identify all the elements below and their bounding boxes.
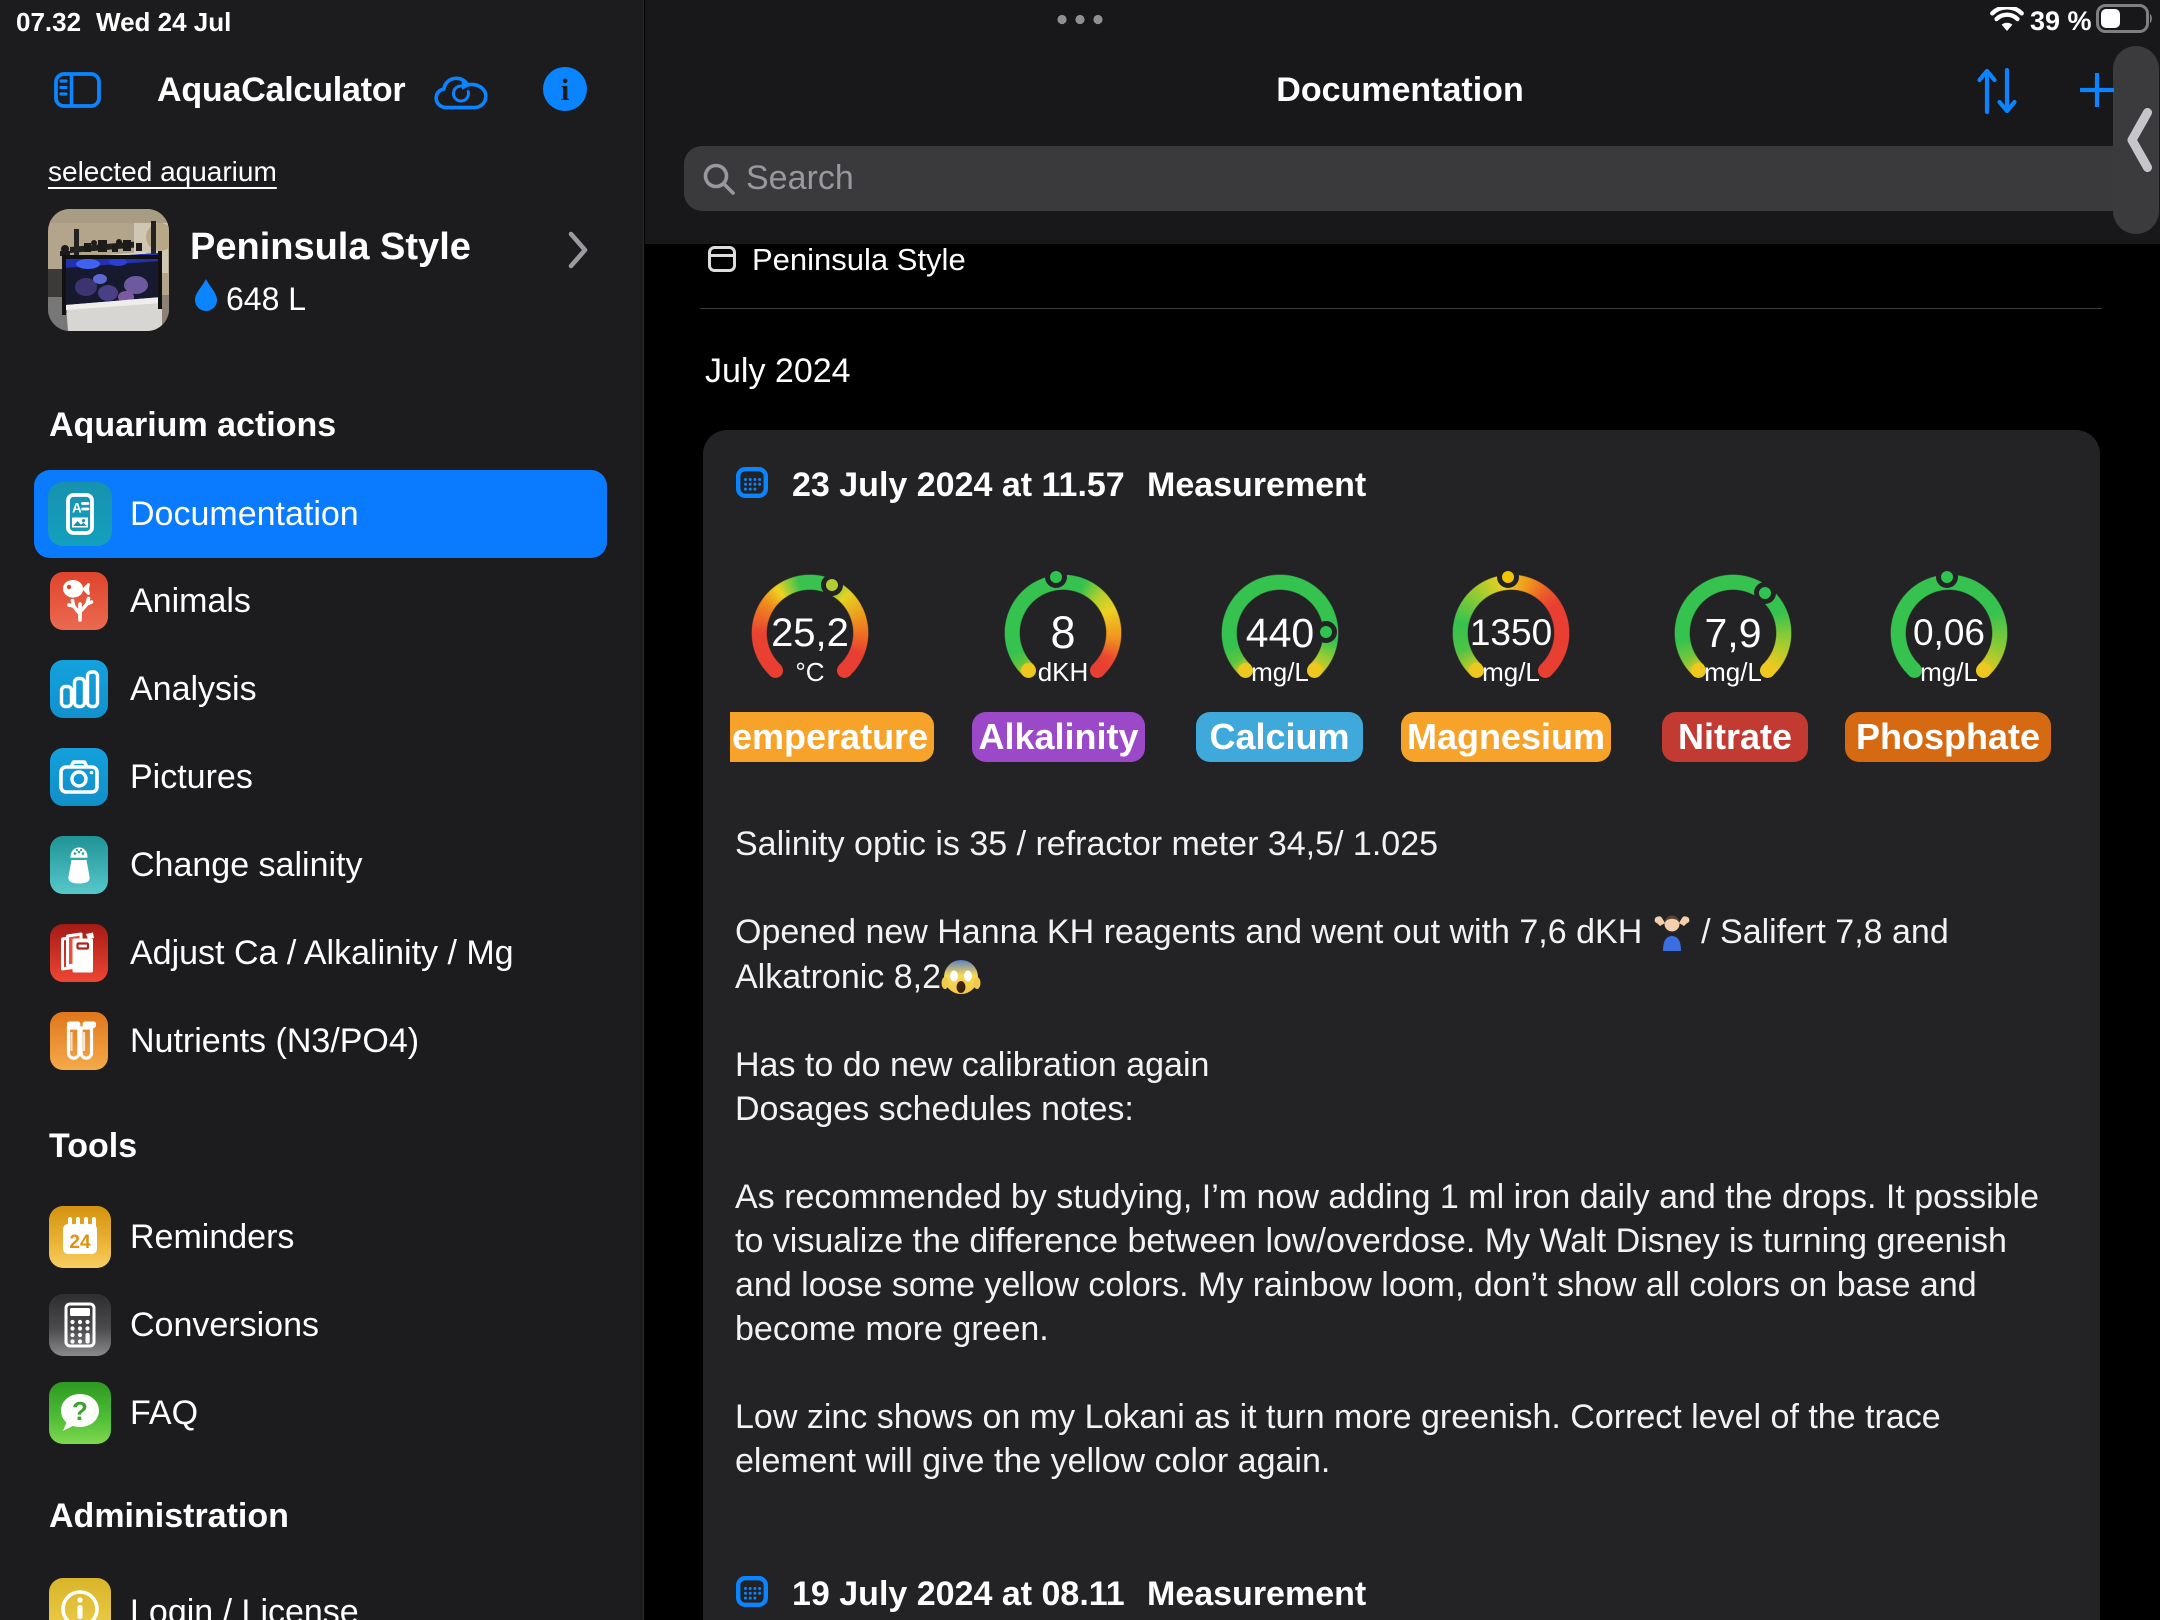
svg-text:?: ? — [72, 1396, 88, 1426]
svg-text:24: 24 — [69, 1232, 91, 1253]
svg-text:A: A — [72, 501, 82, 516]
svg-text:i: i — [561, 72, 570, 107]
